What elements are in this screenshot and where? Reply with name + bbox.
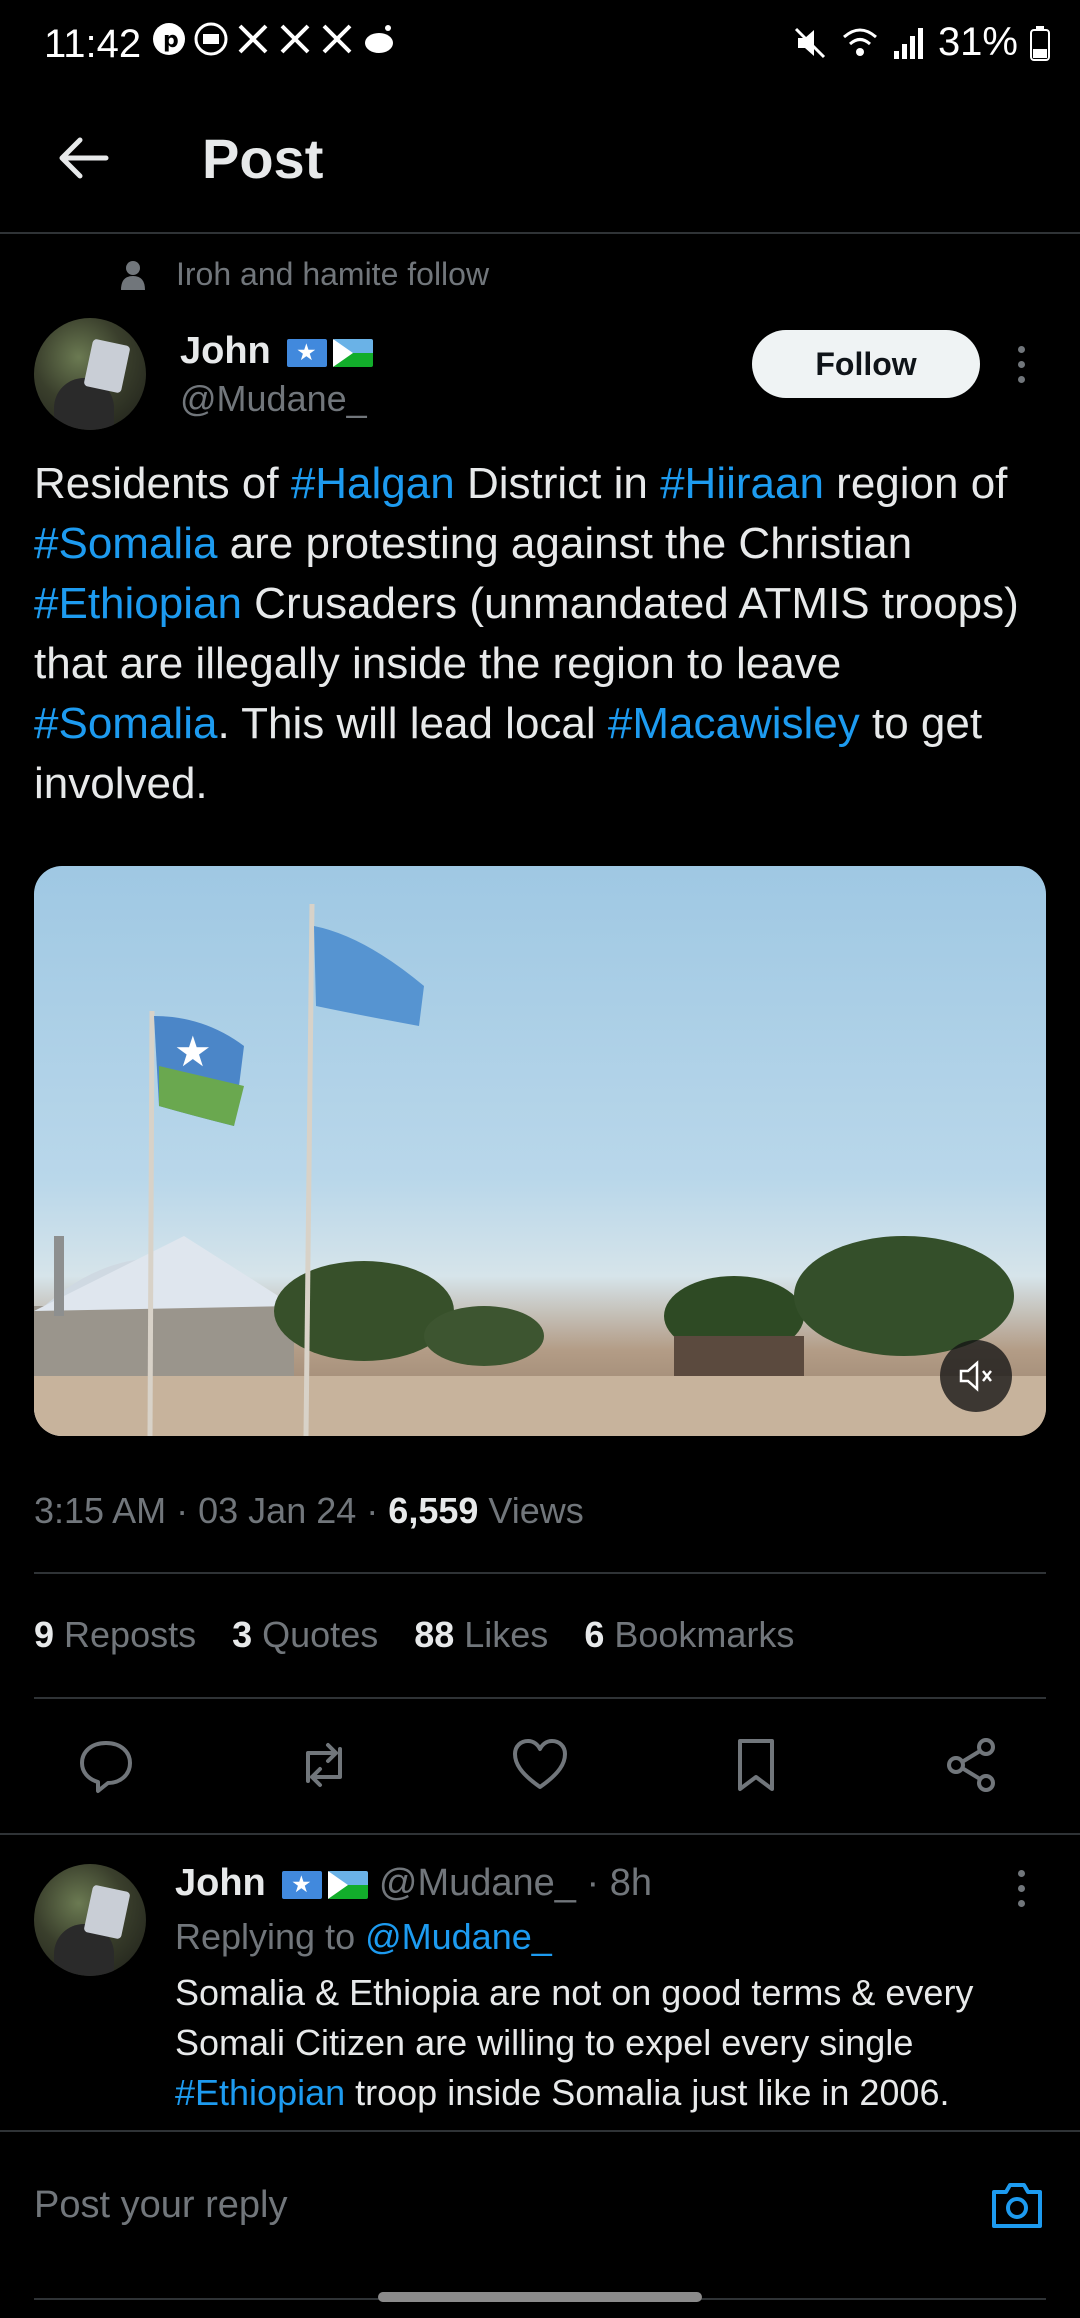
reposts-label: Reposts: [64, 1614, 197, 1655]
x-icon: [280, 24, 310, 54]
post-text-segment: Residents of: [34, 459, 291, 508]
bookmarks-stat[interactable]: 6 Bookmarks: [584, 1614, 794, 1656]
author-display-name: John: [180, 330, 271, 372]
person-icon: [121, 260, 145, 290]
engagement-stats: 9 Reposts 3 Quotes 88 Likes 6 Bookmarks: [34, 1614, 794, 1656]
reddit-icon: [365, 25, 393, 53]
hashtag-link[interactable]: #Ethiopian: [34, 579, 242, 628]
post-meta: 3:15 AM · 03 Jan 24 · 6,559 Views: [34, 1490, 584, 1532]
post-video[interactable]: ★: [34, 866, 1046, 1436]
hashtag-link[interactable]: #Halgan: [291, 459, 455, 508]
more-options-icon[interactable]: [1018, 346, 1025, 383]
pinterest-icon: p: [153, 23, 185, 55]
reply-text-part: troop inside Somalia just like in 2006.: [345, 2072, 950, 2113]
post-text-segment: are protesting against the Christian: [217, 519, 913, 568]
reply-text: Somalia & Ethiopia are not on good terms…: [175, 1968, 1045, 2118]
video-frame: ★: [34, 903, 1046, 1436]
reply-text-part: Somalia & Ethiopia are not on good terms…: [175, 1972, 974, 2063]
post-text-segment: District in: [454, 459, 661, 508]
reply-more-options-icon[interactable]: [1018, 1870, 1025, 1907]
follow-button[interactable]: Follow: [752, 330, 980, 398]
camera-icon[interactable]: [988, 2176, 1046, 2234]
replying-to: Replying to @Mudane_: [175, 1916, 552, 1958]
battery-icon: [1030, 25, 1050, 61]
hashtag-link[interactable]: #Somalia: [34, 519, 217, 568]
battery-percent: 31%: [937, 20, 1018, 64]
replying-prefix: Replying to: [175, 1916, 366, 1957]
somalia-flag-icon: [287, 338, 328, 367]
like-icon[interactable]: [510, 1735, 570, 1795]
system-icons: 31%: [792, 20, 1050, 65]
reply-input[interactable]: Post your reply: [34, 2184, 287, 2227]
page-title: Post: [202, 127, 324, 190]
share-icon[interactable]: [942, 1735, 1002, 1795]
post-date: 03 Jan 24: [198, 1490, 357, 1531]
x-icon: [238, 24, 268, 54]
top-bar: Post: [0, 96, 1080, 234]
likes-count: 88: [414, 1614, 455, 1655]
status-time: 11:42: [44, 22, 142, 66]
reply-author[interactable]: John @Mudane_ · 8h: [175, 1862, 652, 1905]
reposts-count: 9: [34, 1614, 55, 1655]
meta-separator: ·: [176, 1490, 189, 1531]
post-time: 3:15 AM: [34, 1490, 167, 1531]
somalia-flag-icon: [282, 1870, 323, 1899]
post-text: Residents of #Halgan District in #Hiiraa…: [34, 454, 1044, 814]
meta-separator: ·: [366, 1490, 379, 1531]
quotes-count: 3: [232, 1614, 253, 1655]
status-bar: 11:42 p 31%: [0, 0, 1080, 96]
mute-icon: [794, 27, 825, 58]
reply-author-handle: @Mudane_: [378, 1862, 576, 1904]
divider: [0, 1833, 1080, 1835]
home-indicator[interactable]: [378, 2292, 702, 2302]
reply-avatar[interactable]: [34, 1864, 146, 1976]
mute-toggle-button[interactable]: [940, 1340, 1012, 1412]
quotes-stat[interactable]: 3 Quotes: [232, 1614, 378, 1656]
views-label: Views: [488, 1490, 584, 1531]
post-text-segment: region of: [823, 459, 1008, 508]
back-arrow-icon[interactable]: [52, 126, 116, 190]
divider: [34, 1572, 1046, 1574]
svg-text:★: ★: [174, 1027, 212, 1076]
hashtag-link[interactable]: #Macawisley: [608, 699, 860, 748]
social-context[interactable]: Iroh and hamite follow: [120, 256, 489, 293]
post-text-segment: . This will lead local: [217, 699, 608, 748]
author-name[interactable]: John: [180, 330, 374, 373]
svg-text:p: p: [163, 28, 179, 53]
likes-stat[interactable]: 88 Likes: [414, 1614, 548, 1656]
reply-icon[interactable]: [76, 1735, 136, 1795]
bookmarks-count: 6: [584, 1614, 605, 1655]
hashtag-link[interactable]: #Somalia: [34, 699, 217, 748]
likes-label: Likes: [464, 1614, 549, 1655]
views-count[interactable]: 6,559: [388, 1490, 478, 1531]
repost-icon[interactable]: [294, 1735, 354, 1795]
bookmark-icon[interactable]: [726, 1735, 786, 1795]
social-context-text: Iroh and hamite follow: [176, 256, 490, 292]
notification-icons: p: [152, 22, 396, 56]
reply-composer: Post your reply: [0, 2130, 1080, 2318]
bookmarks-label: Bookmarks: [614, 1614, 795, 1655]
reply-author-name: John: [175, 1862, 266, 1904]
divider: [34, 1697, 1046, 1699]
hashtag-link[interactable]: #Ethiopian: [175, 2072, 345, 2113]
avatar[interactable]: [34, 318, 146, 430]
author-handle[interactable]: @Mudane_: [180, 378, 367, 420]
reposts-stat[interactable]: 9 Reposts: [34, 1614, 196, 1656]
djibouti-flag-icon: [333, 338, 374, 367]
signal-icon: [893, 27, 923, 59]
wifi-icon: [842, 28, 877, 56]
x-icon: [322, 24, 352, 54]
hashtag-link[interactable]: #Hiiraan: [660, 459, 824, 508]
ad-blocker-icon: [194, 22, 228, 56]
reply-age: · 8h: [586, 1862, 652, 1904]
djibouti-flag-icon: [328, 1870, 369, 1899]
volume-muted-icon: [959, 1360, 992, 1392]
quotes-label: Quotes: [262, 1614, 379, 1655]
replying-to-link[interactable]: @Mudane_: [365, 1916, 552, 1957]
